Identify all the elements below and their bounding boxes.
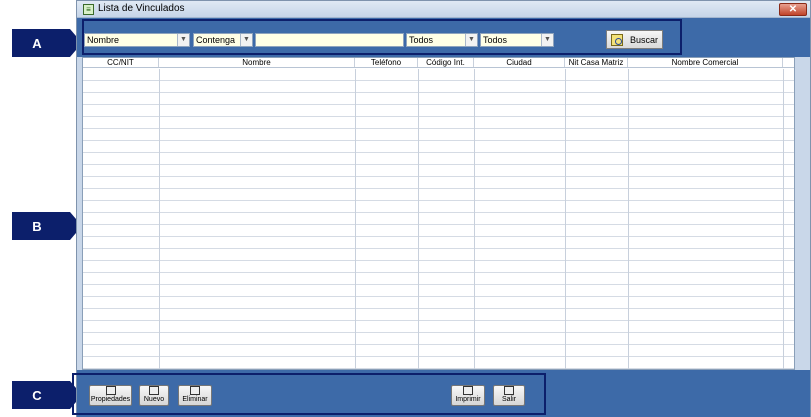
column-divider — [628, 69, 629, 369]
printer-icon — [463, 386, 473, 395]
bottom-toolbar: Propiedades Nuevo Eliminar Imprimir Sali… — [72, 370, 810, 417]
search-button[interactable]: Buscar — [606, 30, 663, 49]
delete-button-label: Eliminar — [182, 396, 208, 403]
callout-marker-a: A — [12, 29, 82, 57]
callout-label-b: B — [32, 218, 42, 234]
filter2-select-value: Todos — [483, 35, 508, 45]
column-header-nombre-comercial[interactable]: Nombre Comercial — [628, 58, 783, 67]
chevron-down-icon[interactable]: ▼ — [465, 34, 477, 46]
column-divider — [159, 69, 160, 369]
filter1-select-value: Todos — [409, 35, 434, 45]
new-document-icon — [149, 386, 159, 395]
chevron-down-icon[interactable]: ▼ — [177, 34, 189, 46]
screenshot-stage: A B C ≡ Lista de Vinculados ✕ Nombre ▼ C… — [0, 0, 811, 417]
column-header-ciudad[interactable]: Ciudad — [474, 58, 565, 67]
print-button-label: Imprimir — [455, 396, 481, 403]
exit-button-label: Salir — [501, 396, 516, 403]
column-divider — [783, 69, 784, 369]
search-button-label: Buscar — [630, 34, 659, 45]
chevron-down-icon[interactable]: ▼ — [240, 34, 252, 46]
print-button[interactable]: Imprimir — [451, 385, 485, 406]
exit-button[interactable]: Salir — [493, 385, 525, 406]
filter1-select[interactable]: Todos ▼ — [406, 33, 478, 47]
callout-marker-c: C — [12, 381, 82, 409]
operator-select[interactable]: Contenga ▼ — [193, 33, 253, 47]
column-divider — [565, 69, 566, 369]
field-select[interactable]: Nombre ▼ — [84, 33, 190, 47]
column-header-codigo-int[interactable]: Código Int. — [418, 58, 474, 67]
column-divider — [355, 69, 356, 369]
grid-body[interactable] — [83, 69, 794, 369]
search-input[interactable] — [255, 33, 404, 47]
callout-marker-b: B — [12, 212, 82, 240]
delete-button[interactable]: Eliminar — [178, 385, 212, 406]
exit-icon — [504, 386, 514, 395]
column-header-telefono[interactable]: Teléfono — [355, 58, 418, 67]
close-button[interactable]: ✕ — [779, 3, 807, 16]
properties-button-label: Propiedades — [90, 396, 131, 403]
properties-icon — [105, 386, 116, 395]
chevron-down-icon[interactable]: ▼ — [541, 34, 553, 46]
column-divider — [474, 69, 475, 369]
grid-header: CC/NIT Nombre Teléfono Código Int. Ciuda… — [83, 58, 794, 68]
app-window: ≡ Lista de Vinculados ✕ Nombre ▼ Conteng… — [72, 0, 811, 417]
filter2-select[interactable]: Todos ▼ — [480, 33, 554, 47]
column-header-nit-casa-matriz[interactable]: Nit Casa Matriz — [565, 58, 628, 67]
column-header-nombre[interactable]: Nombre — [159, 58, 355, 67]
callout-label-c: C — [32, 387, 42, 403]
callout-label-a: A — [32, 35, 42, 51]
operator-select-value: Contenga — [196, 35, 236, 45]
column-divider — [418, 69, 419, 369]
new-button-label: Nuevo — [143, 396, 165, 403]
app-icon: ≡ — [83, 4, 94, 15]
eraser-icon — [190, 386, 200, 395]
window-title: Lista de Vinculados — [98, 3, 185, 14]
column-header-cc-nit[interactable]: CC/NIT — [83, 58, 159, 67]
filter-bar: Nombre ▼ Contenga ▼ Todos ▼ Todos ▼ Busc… — [77, 18, 810, 57]
search-icon — [611, 33, 623, 46]
properties-button[interactable]: Propiedades — [89, 385, 132, 406]
results-grid[interactable]: CC/NIT Nombre Teléfono Código Int. Ciuda… — [82, 57, 795, 370]
new-button[interactable]: Nuevo — [139, 385, 169, 406]
title-bar[interactable]: ≡ Lista de Vinculados ✕ — [77, 1, 810, 18]
field-select-value: Nombre — [87, 35, 120, 45]
